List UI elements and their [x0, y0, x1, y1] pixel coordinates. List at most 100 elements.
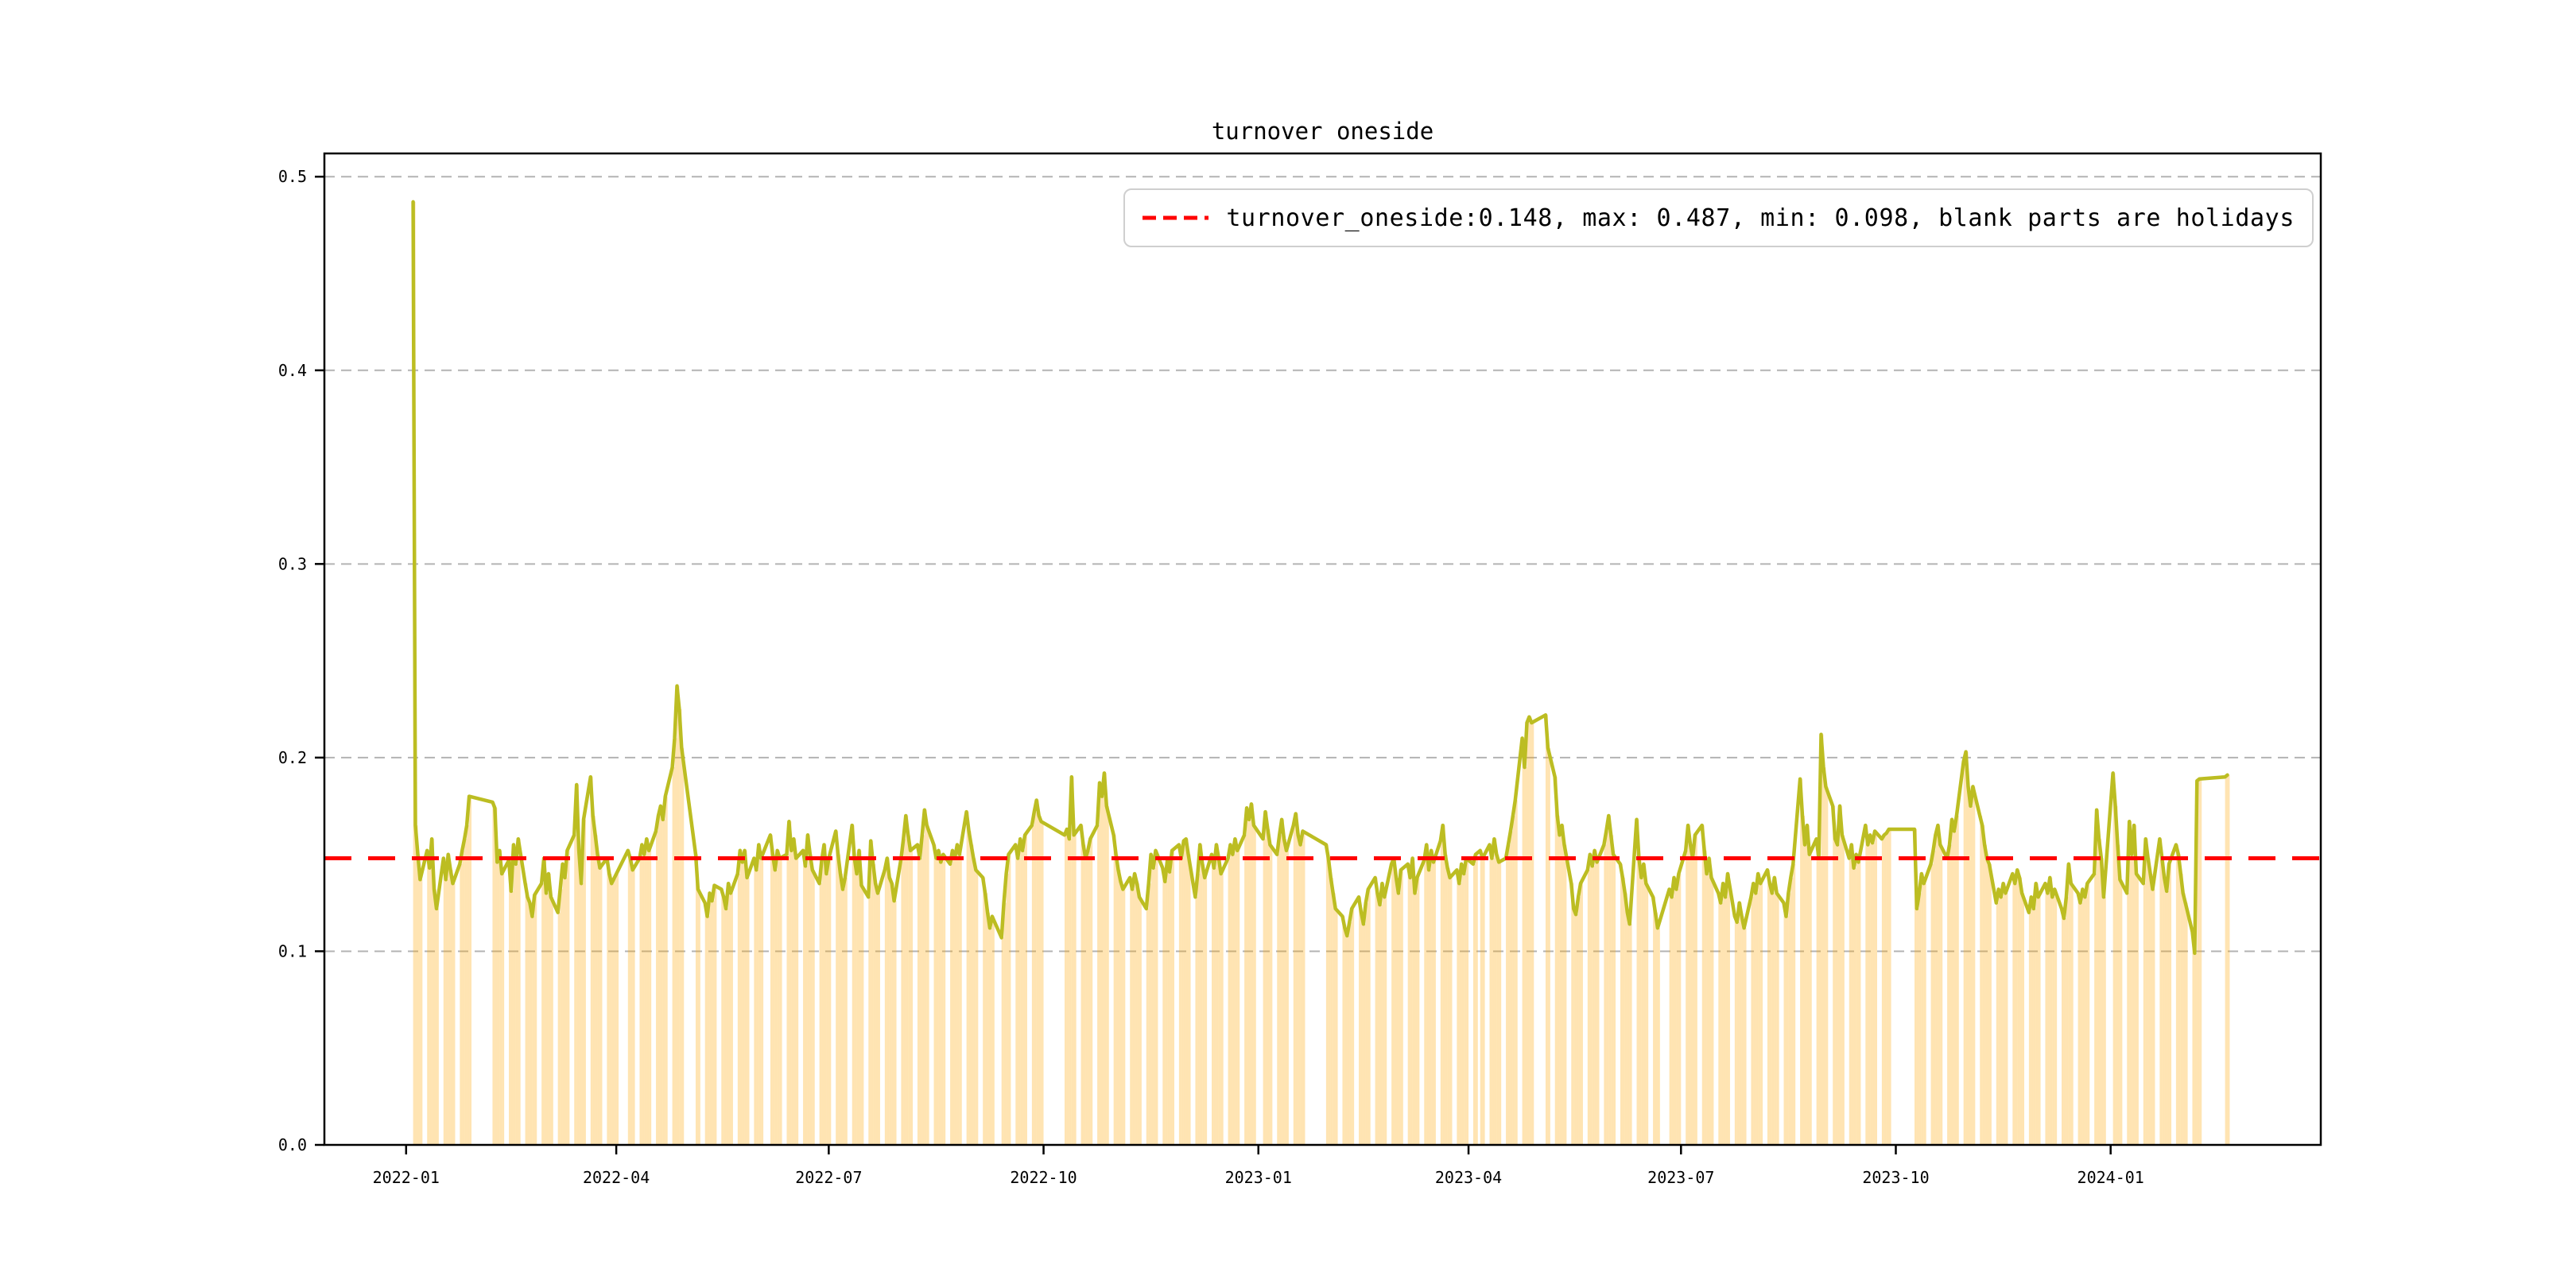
turnover-day-bar: [1205, 877, 1208, 1145]
turnover-day-bar: [1786, 916, 1789, 1145]
turnover-day-bar: [861, 885, 864, 1145]
turnover-day-bar: [1440, 840, 1443, 1145]
turnover-day-bar: [1562, 825, 1565, 1145]
turnover-day-bar: [630, 858, 633, 1145]
turnover-day-bar: [595, 835, 598, 1145]
turnover-day-bar: [973, 858, 976, 1145]
turnover-day-bar: [1507, 844, 1511, 1145]
turnover-day-bar: [1183, 840, 1186, 1145]
turnover-day-bar: [1870, 835, 1873, 1145]
turnover-day-bar: [1365, 902, 1368, 1145]
turnover-day-bar: [917, 844, 920, 1145]
turnover-day-bar: [2062, 908, 2064, 1145]
turnover-day-bar: [1984, 844, 1988, 1145]
turnover-day-bar: [1547, 747, 1550, 1145]
turnover-day-bar: [1881, 839, 1884, 1145]
turnover-day-bar: [2169, 863, 2172, 1145]
turnover-day-bar: [1709, 858, 1712, 1145]
turnover-day-bar: [1980, 815, 1983, 1145]
turnover-day-bar: [1041, 821, 1044, 1145]
turnover-day-bar: [2087, 883, 2090, 1145]
turnover-day-bar: [557, 912, 561, 1145]
turnover-day-bar: [2015, 883, 2018, 1145]
turnover-day-bar: [592, 815, 596, 1145]
turnover-day-bar: [1480, 850, 1483, 1145]
turnover-day-bar: [1344, 928, 1348, 1145]
turnover-day-bar: [891, 883, 894, 1145]
turnover-day-bar: [1758, 874, 1761, 1145]
turnover-day-bar: [1875, 831, 1877, 1145]
turnover-day-bar: [649, 850, 652, 1145]
turnover-day-bar: [1604, 844, 1607, 1145]
turnover-day-bar: [761, 858, 764, 1145]
turnover-day-bar: [878, 893, 880, 1145]
turnover-day-bar: [712, 901, 715, 1145]
turnover-day-bar: [1248, 819, 1251, 1145]
turnover-day-bar: [1739, 902, 1742, 1145]
turnover-day-bar: [1368, 889, 1371, 1145]
turnover-day-bar: [1728, 874, 1730, 1145]
turnover-day-bar: [919, 858, 922, 1145]
turnover-day-bar: [1130, 877, 1133, 1145]
turnover-day-bar: [737, 874, 740, 1145]
turnover-day-bar: [1410, 877, 1413, 1145]
turnover-day-bar: [599, 867, 603, 1145]
turnover-day-bar: [1531, 723, 1534, 1145]
turnover-day-bar: [936, 858, 939, 1145]
turnover-day-bar: [509, 859, 511, 1145]
turnover-day-bar: [632, 870, 635, 1145]
turnover-day-bar: [1153, 867, 1156, 1145]
turnover-day-bar: [646, 839, 650, 1145]
turnover-day-bar: [2082, 889, 2085, 1145]
turnover-day-bar: [875, 883, 879, 1145]
turnover-day-bar: [1529, 716, 1532, 1145]
turnover-day-bar: [1396, 877, 1399, 1145]
turnover-day-bar: [1825, 786, 1829, 1145]
turnover-day-bar: [1414, 893, 1418, 1145]
turnover-day-bar: [968, 831, 972, 1145]
turnover-day-bar: [1472, 863, 1476, 1145]
y-tick-label: 0.0: [278, 1135, 307, 1154]
turnover-day-bar: [1933, 850, 1936, 1145]
turnover-day-bar: [2192, 932, 2195, 1145]
turnover-day-bar: [1181, 858, 1184, 1145]
turnover-day-bar: [1150, 854, 1154, 1145]
turnover-day-bar: [2031, 897, 2034, 1145]
turnover-day-bar: [856, 874, 859, 1145]
turnover-day-bar: [1295, 813, 1298, 1145]
turnover-day-bar: [544, 858, 546, 1145]
turnover-day-bar: [842, 889, 845, 1145]
turnover-day-bar: [728, 883, 731, 1145]
turnover-day-bar: [1524, 767, 1527, 1145]
turnover-day-bar: [1515, 800, 1518, 1145]
turnover-day-bar: [2103, 897, 2106, 1145]
turnover-day-bar: [1790, 877, 1794, 1145]
turnover-day-bar: [1066, 829, 1069, 1145]
turnover-day-bar: [567, 850, 570, 1145]
turnover-day-bar: [2035, 883, 2039, 1145]
turnover-day-bar: [1853, 867, 1856, 1145]
turnover-day-bar: [2033, 908, 2036, 1145]
turnover-day-bar: [530, 902, 533, 1145]
turnover-day-bar: [1083, 844, 1086, 1145]
turnover-day-bar: [469, 796, 472, 1145]
turnover-day-bar: [1034, 812, 1037, 1145]
turnover-day-bar: [1806, 825, 1810, 1145]
turnover-day-bar: [1020, 839, 1023, 1145]
turnover-day-bar: [2194, 952, 2198, 1145]
turnover-day-bar: [2199, 778, 2202, 1145]
turnover-day-bar: [1279, 835, 1282, 1145]
turnover-day-bar: [2050, 877, 2053, 1145]
turnover-day-bar: [627, 850, 630, 1145]
turnover-day-bar: [1213, 867, 1216, 1145]
turnover-day-bar: [2159, 839, 2163, 1145]
turnover-day-bar: [956, 844, 960, 1145]
turnover-day-bar: [1230, 844, 1233, 1145]
turnover-day-bar: [1298, 835, 1301, 1145]
turnover-day-bar: [1237, 850, 1240, 1145]
x-tick-label: 2023-07: [1647, 1168, 1714, 1187]
turnover-day-bar: [546, 893, 549, 1145]
turnover-day-bar: [1694, 835, 1697, 1145]
turnover-day-bar: [462, 850, 465, 1145]
turnover-day-bar: [889, 877, 892, 1145]
